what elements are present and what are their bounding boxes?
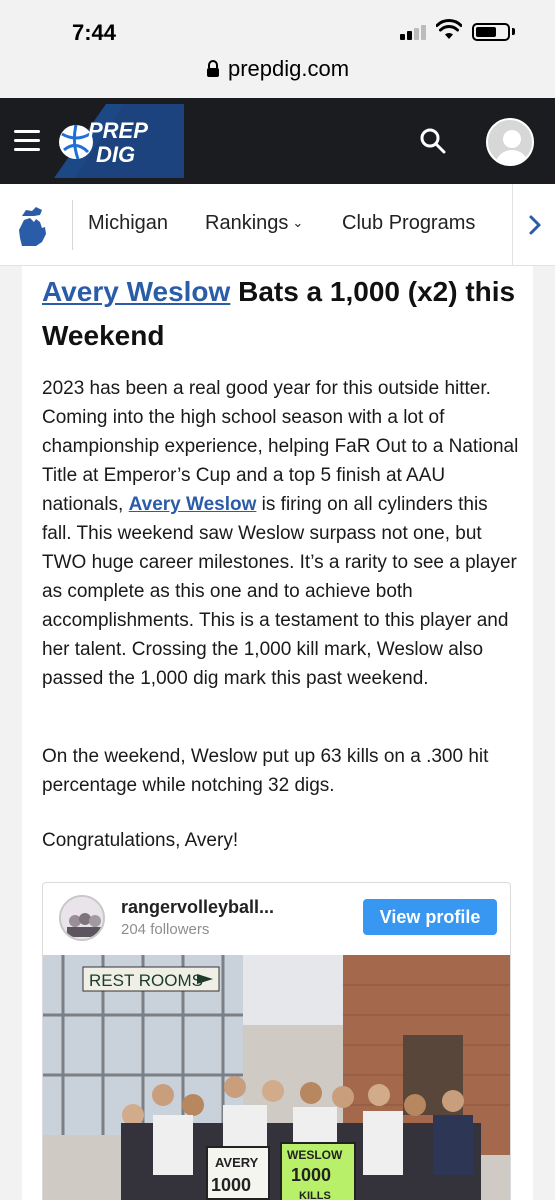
subnav-item-club-programs[interactable]: Club Programs bbox=[342, 212, 475, 235]
michigan-map-icon[interactable] bbox=[12, 202, 56, 250]
search-icon[interactable] bbox=[418, 126, 448, 156]
svg-text:WESLOW: WESLOW bbox=[287, 1148, 343, 1162]
article-paragraph-3: Congratulations, Avery! bbox=[42, 830, 239, 851]
chevron-down-icon: ⌄ bbox=[292, 215, 304, 230]
url-text: prepdig.com bbox=[227, 56, 350, 81]
sub-navigation: Michigan Rankings ⌄ Club Programs bbox=[0, 184, 555, 266]
svg-text:1000: 1000 bbox=[211, 1175, 251, 1195]
article-paragraph-2: On the weekend, Weslow put up 63 kills o… bbox=[42, 746, 489, 796]
article-paragraph-1: 2023 has been a real good year for this … bbox=[42, 378, 519, 689]
instagram-embed: rangervolleyball... 204 followers View p… bbox=[42, 882, 511, 1200]
svg-text:1000: 1000 bbox=[291, 1165, 331, 1185]
svg-text:PREP: PREP bbox=[88, 118, 148, 143]
view-profile-button[interactable]: View profile bbox=[363, 899, 497, 935]
svg-text:AVERY: AVERY bbox=[215, 1155, 259, 1170]
menu-icon[interactable] bbox=[14, 130, 40, 152]
prepdig-logo[interactable]: PREP DIG bbox=[54, 104, 184, 178]
svg-text:DIG: DIG bbox=[96, 142, 135, 167]
address-bar[interactable]: prepdig.com bbox=[0, 52, 555, 98]
svg-text:KILLS: KILLS bbox=[299, 1190, 331, 1200]
chevron-right-icon bbox=[529, 215, 541, 235]
article-title: Avery Weslow Bats a 1,000 (x2) this Week… bbox=[42, 276, 516, 351]
instagram-account-name[interactable]: rangervolleyball... bbox=[121, 897, 274, 918]
lock-icon bbox=[206, 60, 219, 77]
svg-text:REST ROOMS: REST ROOMS bbox=[89, 971, 203, 990]
subnav-item-michigan[interactable]: Michigan bbox=[88, 212, 168, 235]
scroll-right-button[interactable] bbox=[512, 184, 555, 266]
player-link-title[interactable]: Avery Weslow bbox=[42, 276, 230, 307]
instagram-followers: 204 followers bbox=[121, 921, 210, 938]
status-time: 7:44 bbox=[72, 20, 117, 45]
wifi-icon bbox=[436, 19, 462, 39]
site-header: PREP DIG bbox=[0, 98, 555, 184]
user-avatar[interactable] bbox=[486, 118, 534, 166]
player-link-body[interactable]: Avery Weslow bbox=[129, 494, 257, 515]
subnav-item-rankings[interactable]: Rankings ⌄ bbox=[205, 212, 303, 235]
instagram-avatar[interactable] bbox=[59, 895, 105, 941]
battery-icon bbox=[472, 23, 510, 41]
instagram-photo[interactable]: REST ROOMS AVERY 1000 WESLOW 1000 KILLS bbox=[43, 955, 511, 1200]
status-bar: 7:44 bbox=[0, 0, 555, 52]
signal-icon bbox=[400, 24, 428, 40]
article: Avery Weslow Bats a 1,000 (x2) this Week… bbox=[22, 266, 533, 1200]
